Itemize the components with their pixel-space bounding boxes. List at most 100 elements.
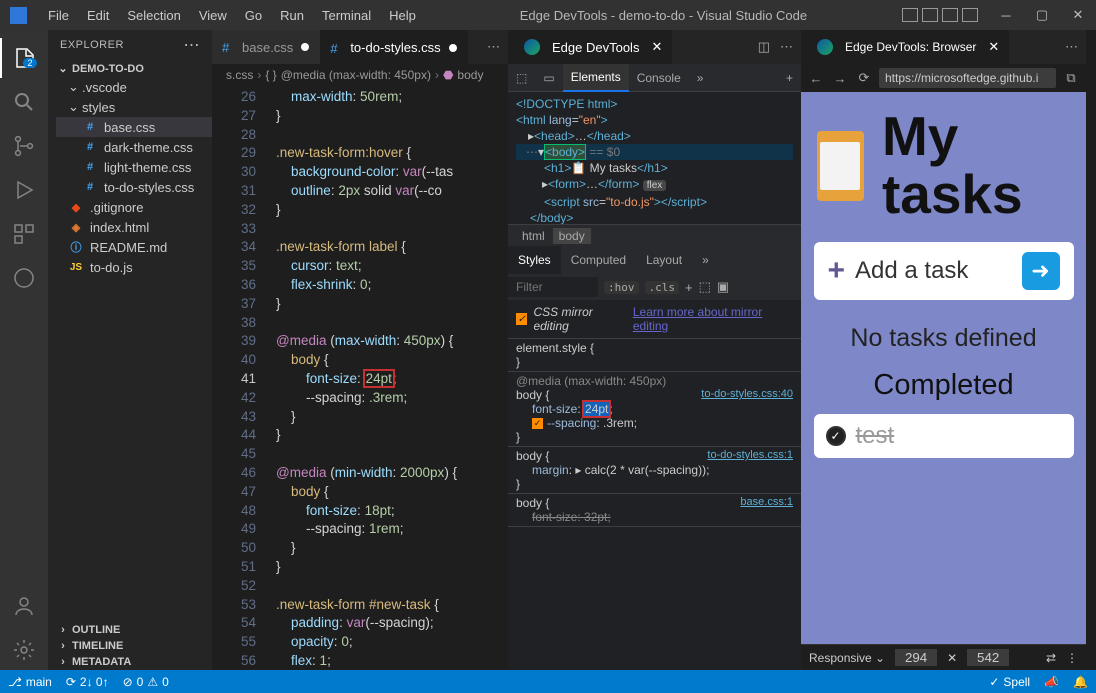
more-icon[interactable]: ⋯ xyxy=(1065,39,1078,55)
menu-bar: File Edit Selection View Go Run Terminal… xyxy=(39,4,425,27)
timeline-section[interactable]: ›TIMELINE xyxy=(48,638,212,654)
dom-tree[interactable]: <!DOCTYPE html> <html lang="en"> ▸<head>… xyxy=(508,92,801,224)
run-debug-icon[interactable] xyxy=(0,170,48,210)
add-tab-icon[interactable]: + xyxy=(778,64,801,92)
rotate-icon[interactable]: ⇄ xyxy=(1046,651,1056,665)
tab-base-css[interactable]: #base.css xyxy=(212,30,320,64)
computed-icon[interactable]: ⬚ xyxy=(699,279,711,295)
search-icon[interactable] xyxy=(0,82,48,122)
more-icon[interactable]: ▣ xyxy=(717,279,729,295)
folder-styles[interactable]: ⌄styles xyxy=(56,97,212,117)
hov-button[interactable]: :hov xyxy=(604,281,639,294)
file-light-theme[interactable]: #light-theme.css xyxy=(56,157,212,177)
console-tab[interactable]: Console xyxy=(629,64,689,92)
page-preview[interactable]: My tasks + Add a task ➜ No tasks defined… xyxy=(801,92,1086,644)
minimize-icon[interactable]: ─ xyxy=(988,0,1024,30)
styles-tab[interactable]: Styles xyxy=(508,246,561,274)
close-icon[interactable]: ✕ xyxy=(1060,0,1096,30)
layout-tab[interactable]: Layout xyxy=(636,246,692,274)
file-todo-js[interactable]: JSto-do.js xyxy=(56,257,212,277)
reload-icon[interactable]: ⟳ xyxy=(855,70,873,86)
file-gitignore[interactable]: ◆.gitignore xyxy=(56,197,212,217)
file-dark-theme[interactable]: #dark-theme.css xyxy=(56,137,212,157)
more-icon[interactable]: ⋮ xyxy=(1066,651,1078,665)
layout-icon[interactable] xyxy=(902,8,918,22)
tab-todo-styles[interactable]: #to-do-styles.css xyxy=(320,30,467,64)
more-icon[interactable]: ⋯ xyxy=(780,39,793,55)
layout-icon[interactable] xyxy=(922,8,938,22)
forward-icon[interactable]: → xyxy=(831,71,849,86)
explorer-icon[interactable]: 2 xyxy=(0,38,48,78)
project-section[interactable]: ⌄DEMO-TO-DO xyxy=(48,60,212,77)
more-icon[interactable]: ⋯ xyxy=(184,35,201,55)
add-task-bar[interactable]: + Add a task ➜ xyxy=(814,242,1074,300)
layout-icon[interactable] xyxy=(942,8,958,22)
more-icon[interactable]: ⋯ xyxy=(487,39,500,55)
device-icon[interactable]: ▭ xyxy=(535,64,562,92)
close-icon[interactable]: ✕ xyxy=(651,39,662,55)
menu-view[interactable]: View xyxy=(190,4,236,27)
back-icon[interactable]: ← xyxy=(807,71,825,86)
breadcrumb[interactable]: s.css› { }@media (max-width: 450px)› ⬣bo… xyxy=(212,64,508,86)
file-readme[interactable]: ⓘREADME.md xyxy=(56,237,212,257)
code-editor[interactable]: 2627282930313233343536373839404142434445… xyxy=(212,86,508,670)
url-input[interactable] xyxy=(879,68,1056,88)
metadata-section[interactable]: ›METADATA xyxy=(48,654,212,670)
spell-status[interactable]: ✓ Spell xyxy=(989,675,1030,689)
problems-status[interactable]: ⊘ 0 ⚠ 0 xyxy=(123,675,169,689)
outline-section[interactable]: ›OUTLINE xyxy=(48,622,212,638)
dom-breadcrumbs[interactable]: htmlbody xyxy=(508,224,801,246)
menu-file[interactable]: File xyxy=(39,4,78,27)
tab-edge-devtools[interactable]: Edge DevTools✕ xyxy=(508,30,672,64)
width-input[interactable] xyxy=(895,649,937,666)
settings-icon[interactable] xyxy=(0,630,48,670)
height-input[interactable] xyxy=(967,649,1009,666)
split-icon[interactable]: ◫ xyxy=(758,39,770,55)
bell-icon[interactable]: 🔔 xyxy=(1073,675,1088,689)
menu-go[interactable]: Go xyxy=(236,4,271,27)
filter-input[interactable] xyxy=(508,277,598,297)
source-control-icon[interactable] xyxy=(0,126,48,166)
menu-selection[interactable]: Selection xyxy=(118,4,189,27)
account-icon[interactable] xyxy=(0,586,48,626)
source-link[interactable]: to-do-styles.css:40 xyxy=(701,388,793,400)
devtools-panel: Edge DevTools✕ ◫ ⋯ ⬚ ▭ Elements Console »… xyxy=(508,30,801,670)
edge-tools-icon[interactable] xyxy=(0,258,48,298)
page-heading: My tasks xyxy=(882,108,1070,224)
layout-grid-icon[interactable] xyxy=(962,8,978,22)
file-base-css[interactable]: #base.css xyxy=(56,117,212,137)
add-rule-icon[interactable]: + xyxy=(685,280,693,295)
source-link[interactable]: base.css:1 xyxy=(740,496,793,508)
extensions-icon[interactable] xyxy=(0,214,48,254)
more-tabs-icon[interactable]: » xyxy=(689,64,712,92)
open-external-icon[interactable]: ⧉ xyxy=(1062,70,1080,86)
completed-item[interactable]: ✓ test xyxy=(814,414,1074,458)
menu-help[interactable]: Help xyxy=(380,4,425,27)
menu-run[interactable]: Run xyxy=(271,4,313,27)
sync-status[interactable]: ⟳ 2↓ 0↑ xyxy=(66,675,109,689)
edge-icon xyxy=(524,39,540,55)
elements-tab[interactable]: Elements xyxy=(563,64,629,92)
styles-pane[interactable]: element.style { } @media (max-width: 450… xyxy=(508,339,801,670)
source-link[interactable]: to-do-styles.css:1 xyxy=(707,449,793,461)
checkbox-icon[interactable]: ✓ xyxy=(516,313,527,325)
menu-terminal[interactable]: Terminal xyxy=(313,4,380,27)
plus-icon: + xyxy=(828,254,846,288)
cls-button[interactable]: .cls xyxy=(645,281,680,294)
file-index-html[interactable]: ◈index.html xyxy=(56,217,212,237)
maximize-icon[interactable]: ▢ xyxy=(1024,0,1060,30)
folder-vscode[interactable]: ⌄.vscode xyxy=(56,77,212,97)
computed-tab[interactable]: Computed xyxy=(561,246,636,274)
responsive-dropdown[interactable]: Responsive ⌄ xyxy=(809,651,885,665)
inspect-icon[interactable]: ⬚ xyxy=(508,64,535,92)
branch-status[interactable]: ⎇ main xyxy=(8,675,52,689)
feedback-icon[interactable]: 📣 xyxy=(1044,675,1059,689)
file-todo-styles[interactable]: #to-do-styles.css xyxy=(56,177,212,197)
file-tree: ⌄.vscode ⌄styles #base.css #dark-theme.c… xyxy=(48,77,212,277)
learn-more-link[interactable]: Learn more about mirror editing xyxy=(633,305,793,333)
submit-icon[interactable]: ➜ xyxy=(1022,252,1060,290)
menu-edit[interactable]: Edit xyxy=(78,4,118,27)
tab-browser[interactable]: Edge DevTools: Browser✕ xyxy=(801,30,1009,64)
close-icon[interactable]: ✕ xyxy=(988,39,999,55)
more-tabs-icon[interactable]: » xyxy=(692,246,719,274)
